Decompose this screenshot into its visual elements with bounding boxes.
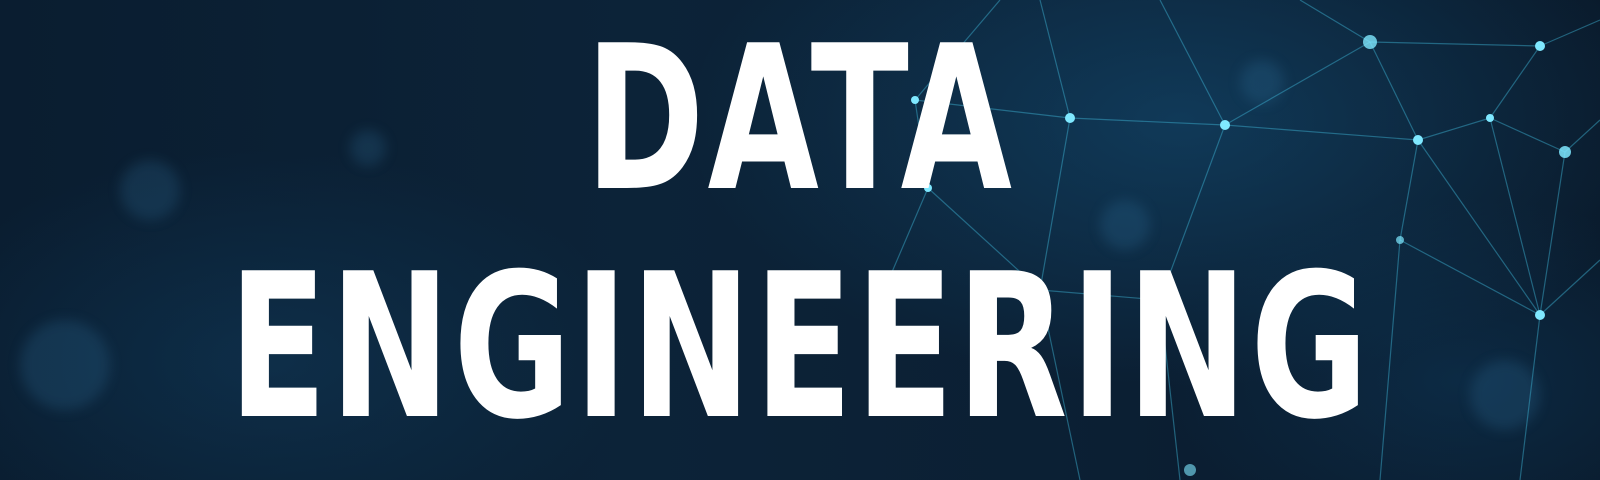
hero-banner: DATA ENGINEERING <box>0 0 1600 480</box>
title-line-data: DATA <box>585 3 1015 236</box>
banner-title: DATA ENGINEERING <box>0 0 1600 480</box>
title-line-engineering: ENGINEERING <box>228 231 1372 464</box>
